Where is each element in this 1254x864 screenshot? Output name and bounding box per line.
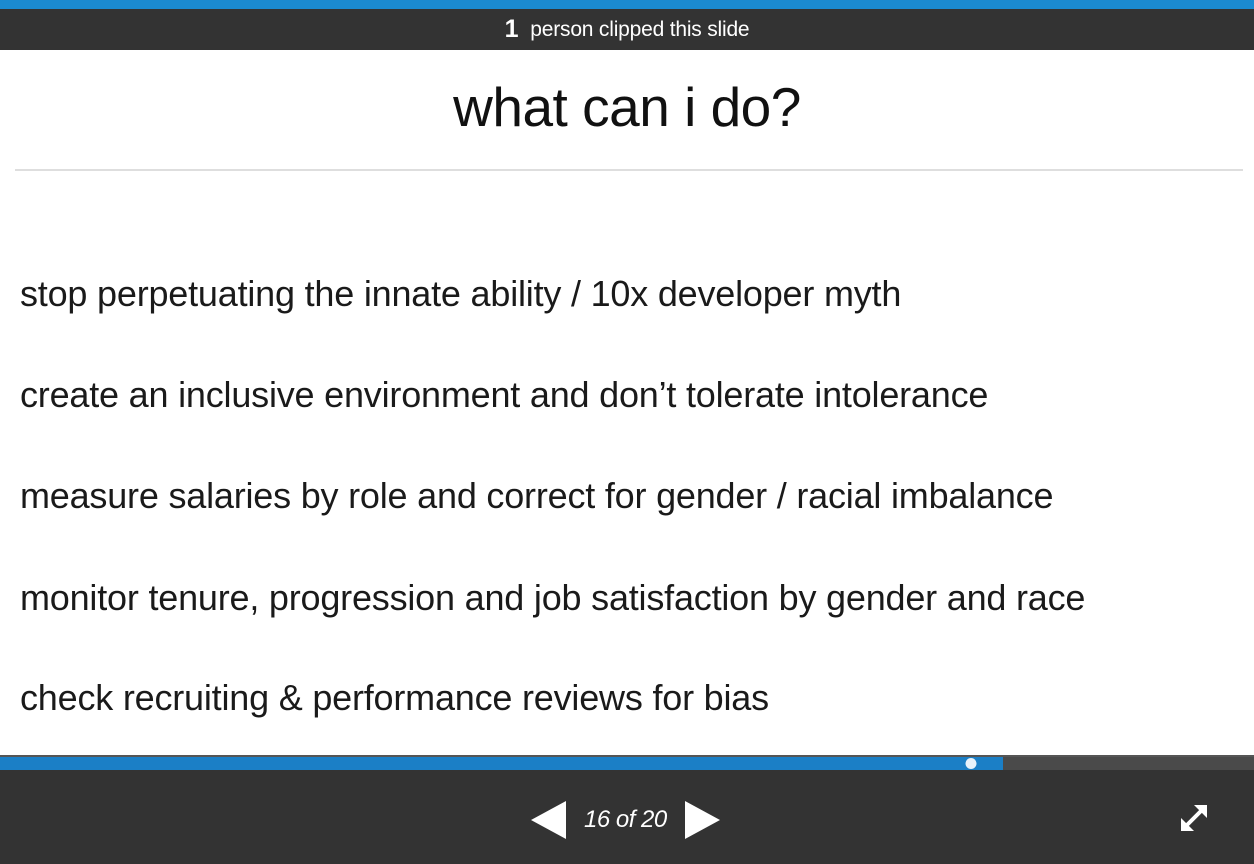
fullscreen-button[interactable] — [1178, 802, 1210, 834]
title-divider — [15, 169, 1243, 171]
bullet-item-5: check recruiting & performance reviews f… — [20, 677, 769, 718]
progress-knob[interactable] — [965, 758, 977, 769]
progress-bar[interactable] — [0, 757, 1254, 770]
slide-title: what can i do? — [453, 76, 801, 138]
slide-content: what can i do? stop perpetuating the inn… — [0, 50, 1254, 756]
previous-slide-button[interactable] — [528, 800, 568, 840]
slide-viewer: 1 person clipped this slide what can i d… — [0, 0, 1254, 864]
slide-navigation: 16 of 20 — [528, 800, 723, 840]
bullet-item-4: monitor tenure, progression and job sati… — [20, 577, 1086, 618]
next-slide-icon — [684, 801, 720, 839]
fullscreen-expand-icon — [1181, 805, 1207, 831]
bullet-item-3: measure salaries by role and correct for… — [20, 475, 1054, 516]
page-counter: 16 of 20 — [584, 806, 667, 833]
bullet-item-1: stop perpetuating the innate ability / 1… — [20, 273, 902, 314]
bullet-item-2: create an inclusive environment and don’… — [20, 374, 989, 415]
next-slide-button[interactable] — [683, 800, 723, 840]
top-accent-bar — [0, 0, 1254, 9]
progress-fill — [0, 757, 1004, 770]
previous-slide-icon — [531, 801, 566, 839]
clip-info-bar: 1 person clipped this slide — [0, 9, 1254, 50]
clip-count: 1 — [504, 15, 519, 43]
player-controls: 16 of 20 — [0, 770, 1254, 864]
clip-text: person clipped this slide — [530, 17, 750, 41]
